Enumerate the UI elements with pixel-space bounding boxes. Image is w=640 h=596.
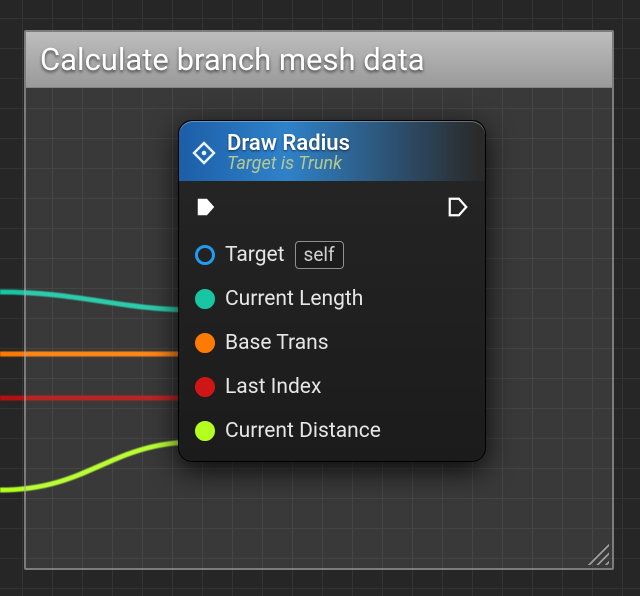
node-body: Target self Current Length Base Trans La… [179, 181, 485, 461]
data-pin-icon[interactable] [195, 289, 215, 309]
exec-in-pin-icon[interactable] [195, 196, 217, 218]
target-default-box[interactable]: self [295, 241, 344, 269]
pin-last-index[interactable]: Last Index [195, 371, 469, 403]
pin-target[interactable]: Target self [195, 239, 469, 271]
node-draw-radius[interactable]: Draw Radius Target is Trunk Target self [178, 120, 486, 462]
data-pin-icon[interactable] [195, 421, 215, 441]
pin-label: Base Trans [225, 331, 329, 355]
exec-out-pin-icon[interactable] [447, 196, 469, 218]
pin-current-distance[interactable]: Current Distance [195, 415, 469, 447]
pin-label: Last Index [225, 375, 321, 399]
node-header[interactable]: Draw Radius Target is Trunk [179, 121, 485, 181]
pin-current-length[interactable]: Current Length [195, 283, 469, 315]
pin-base-trans[interactable]: Base Trans [195, 327, 469, 359]
data-pin-icon[interactable] [195, 333, 215, 353]
node-subtitle: Target is Trunk [227, 155, 350, 174]
data-pin-icon[interactable] [195, 245, 215, 265]
comment-title[interactable]: Calculate branch mesh data [26, 32, 612, 88]
pin-label: Target [225, 243, 285, 267]
exec-row [195, 191, 469, 223]
node-header-text: Draw Radius Target is Trunk [227, 132, 350, 174]
function-icon [191, 140, 217, 166]
comment-title-text: Calculate branch mesh data [40, 41, 425, 78]
resize-grip-icon[interactable] [587, 543, 609, 565]
blueprint-graph[interactable]: Calculate branch mesh data Draw Radius T… [0, 0, 640, 596]
pin-label: Current Length [225, 287, 363, 311]
node-title: Draw Radius [227, 132, 350, 155]
data-pin-icon[interactable] [195, 377, 215, 397]
pin-label: Current Distance [225, 419, 381, 443]
